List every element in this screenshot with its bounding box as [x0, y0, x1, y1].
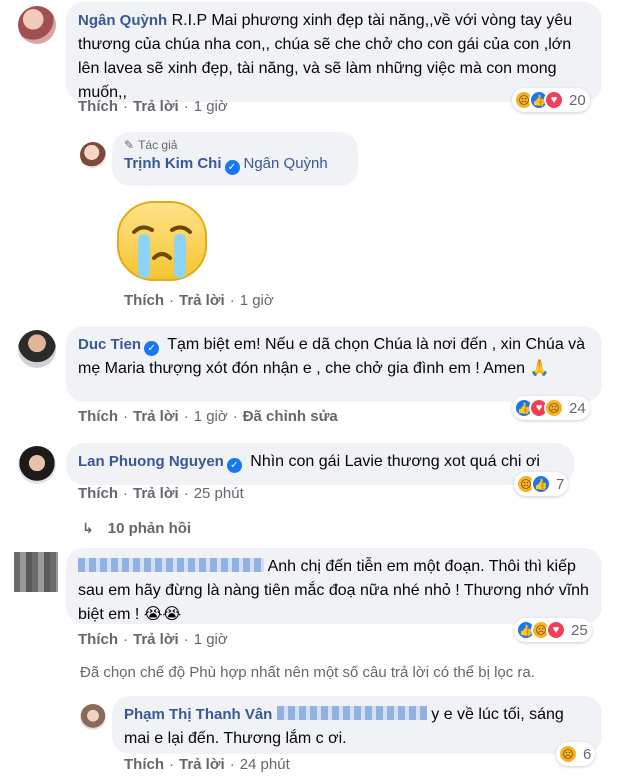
pen-icon: ✎ [124, 138, 135, 152]
view-replies-link[interactable]: ↳ 10 phản hồi [82, 520, 191, 537]
reaction-summary[interactable]: ☹ 👍 7 [514, 472, 569, 496]
avatar[interactable] [80, 142, 106, 168]
timestamp[interactable]: 25 phút [194, 485, 244, 502]
comment-bubble: Phạm Thị Thanh Vân y e về lúc tối, sáng … [112, 696, 602, 754]
verified-icon: ✓ [226, 458, 242, 473]
blurred-author-name[interactable] [78, 558, 264, 572]
reaction-summary[interactable]: ☹ 👍 ♥ 20 [512, 88, 590, 112]
comment-text: Nhìn con gái Lavie thương xot quá chi ơi [250, 453, 540, 470]
like-button[interactable]: Thích [78, 98, 118, 115]
comment-author[interactable]: Lan Phuong Nguyen [78, 453, 224, 470]
tagged-user[interactable]: Ngân Quỳnh [244, 155, 328, 172]
reaction-count: 6 [583, 745, 592, 763]
like-button[interactable]: Thích [78, 485, 118, 502]
reply-arrow-icon: ↳ [82, 520, 94, 536]
timestamp[interactable]: 1 giờ [194, 408, 228, 425]
sad-reaction-icon: ☹ [544, 398, 564, 418]
verified-icon: ✓ [144, 341, 160, 356]
comment-actions: Thích · Trả lời · 1 giờ · Đã chỉnh sửa [78, 408, 338, 425]
avatar[interactable] [18, 446, 56, 484]
verified-icon: ✓ [224, 160, 240, 175]
reply-button[interactable]: Trả lời [179, 292, 225, 309]
avatar[interactable] [18, 6, 56, 44]
comment-author[interactable]: Phạm Thị Thanh Vân [124, 706, 272, 723]
comment-author[interactable]: Trịnh Kim Chi [124, 155, 222, 172]
timestamp[interactable]: 1 giờ [194, 631, 228, 648]
reply-button[interactable]: Trả lời [133, 631, 179, 648]
avatar[interactable] [80, 704, 106, 730]
crying-sticker[interactable] [116, 200, 208, 282]
reply-button[interactable]: Trả lời [133, 98, 179, 115]
reply-button[interactable]: Trả lời [133, 485, 179, 502]
comment-bubble: Ngân Quỳnh R.I.P Mai phương xinh đẹp tài… [66, 2, 602, 102]
timestamp[interactable]: 24 phút [240, 756, 290, 773]
reply-button[interactable]: Trả lời [179, 756, 225, 773]
blurred-text [276, 706, 427, 720]
reply-button[interactable]: Trả lời [133, 408, 179, 425]
avatar[interactable] [18, 330, 56, 368]
comment-actions: Thích · Trả lời · 25 phút [78, 485, 244, 502]
comment-bubble: ✎ Tác giả Trịnh Kim Chi ✓ Ngân Quỳnh [112, 132, 358, 186]
reaction-count: 24 [569, 399, 586, 417]
filter-notice: Đã chọn chế độ Phù hợp nhất nên một số c… [80, 664, 535, 681]
reaction-summary[interactable]: ☹ 6 [556, 742, 596, 766]
comment-bubble: Anh chị đến tiễn em một đoạn. Thôi thì k… [66, 548, 602, 624]
reaction-summary[interactable]: 👍 ♥ ☹ 24 [512, 396, 590, 420]
comment-bubble: Lan Phuong Nguyen ✓ Nhìn con gái Lavie th… [66, 443, 574, 485]
comment-actions: Thích · Trả lời · 1 giờ [78, 631, 228, 648]
like-button[interactable]: Thích [78, 408, 118, 425]
edited-label[interactable]: Đã chỉnh sửa [243, 408, 338, 425]
author-badge: ✎ Tác giả [124, 138, 178, 152]
timestamp[interactable]: 1 giờ [194, 98, 228, 115]
timestamp[interactable]: 1 giờ [240, 292, 274, 309]
love-reaction-icon: ♥ [546, 620, 566, 640]
reaction-count: 25 [571, 621, 588, 639]
comment-author[interactable]: Duc Tien [78, 336, 141, 353]
like-button[interactable]: Thích [124, 756, 164, 773]
comment-bubble: Duc Tien ✓ Tạm biệt em! Nếu e dã chọn Chú… [66, 326, 602, 402]
like-reaction-icon: 👍 [531, 474, 551, 494]
comment-actions: Thích · Trả lời · 24 phút [124, 756, 290, 773]
comment-author[interactable]: Ngân Quỳnh [78, 12, 167, 29]
like-button[interactable]: Thích [124, 292, 164, 309]
comment-actions: Thích · Trả lời · 1 giờ [124, 292, 274, 309]
avatar[interactable] [14, 552, 58, 592]
sad-reaction-icon: ☹ [558, 744, 578, 764]
crying-face-icon [117, 201, 207, 281]
reaction-count: 7 [556, 475, 565, 493]
comment-actions: Thích · Trả lời · 1 giờ [78, 98, 228, 115]
reaction-summary[interactable]: 👍 ☹ ♥ 25 [514, 618, 592, 642]
love-reaction-icon: ♥ [544, 90, 564, 110]
like-button[interactable]: Thích [78, 631, 118, 648]
reaction-count: 20 [569, 91, 586, 109]
